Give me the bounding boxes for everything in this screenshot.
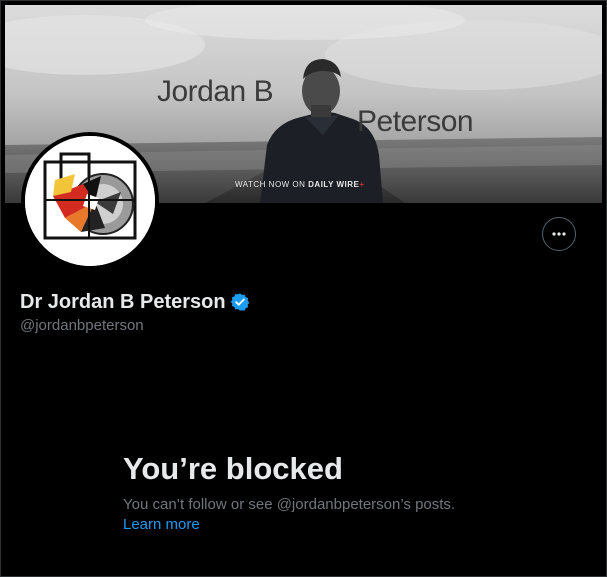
avatar-image bbox=[25, 136, 155, 266]
profile-handle: @jordanbpeterson bbox=[20, 317, 144, 334]
banner-title-last: Peterson bbox=[357, 105, 474, 138]
avatar[interactable] bbox=[21, 132, 159, 270]
banner-watch-plus: + bbox=[359, 180, 365, 189]
learn-more-link[interactable]: Learn more bbox=[123, 515, 200, 534]
profile-page: Jordan B Peterson WATCH NOW ON DAILY WIR… bbox=[0, 0, 607, 577]
banner-watch-prefix: WATCH NOW ON bbox=[235, 180, 309, 189]
blocked-description: You can’t follow or see @jordanbpeterson… bbox=[123, 496, 456, 513]
verified-badge-icon[interactable] bbox=[230, 292, 250, 312]
display-name: Dr Jordan B Peterson bbox=[20, 291, 226, 313]
banner-title-first: Jordan B bbox=[157, 75, 274, 108]
avatar-artwork-icon bbox=[25, 136, 155, 266]
banner-watch-caption: WATCH NOW ON DAILY WIRE+ bbox=[235, 180, 365, 189]
blocked-title: You’re blocked bbox=[123, 451, 343, 486]
more-options-button[interactable] bbox=[542, 217, 576, 251]
profile-name-row: Dr Jordan B Peterson bbox=[20, 290, 250, 314]
banner-watch-brand: DAILY WIRE bbox=[308, 180, 360, 189]
more-horizontal-icon bbox=[552, 232, 566, 236]
